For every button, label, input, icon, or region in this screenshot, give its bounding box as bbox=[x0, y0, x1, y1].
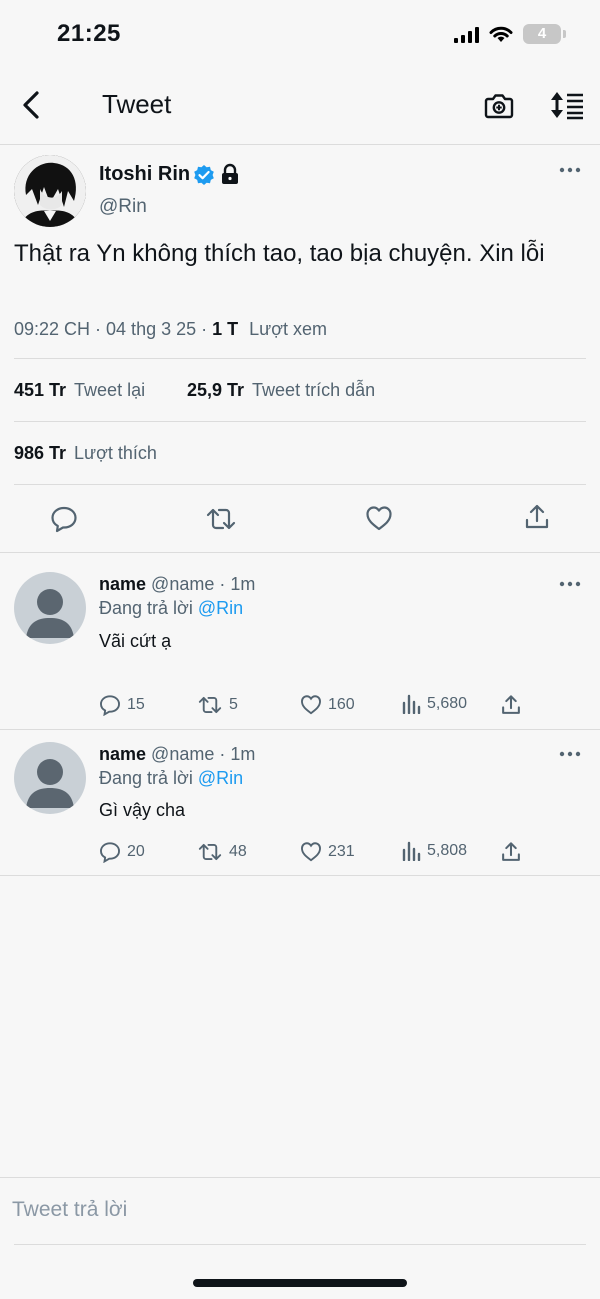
likes-stat[interactable]: 986 Tr Lượt thích bbox=[14, 443, 157, 464]
likes-count: 986 Tr bbox=[14, 443, 67, 463]
home-indicator bbox=[193, 1279, 407, 1287]
composer-top-divider bbox=[0, 1177, 600, 1178]
quotes-stat[interactable]: 25,9 Tr Tweet trích dẫn bbox=[187, 380, 375, 401]
lock-icon bbox=[220, 163, 240, 185]
sort-icon[interactable] bbox=[547, 90, 585, 120]
retweet-icon bbox=[198, 843, 222, 861]
more-icon[interactable] bbox=[559, 750, 581, 758]
reply-header: name @name · 1m bbox=[99, 744, 255, 765]
replying-to-link[interactable]: @Rin bbox=[198, 598, 243, 618]
reply-divider bbox=[0, 875, 600, 876]
quotes-label: Tweet trích dẫn bbox=[252, 380, 376, 400]
reply-handle: @name bbox=[151, 744, 215, 764]
tweet-text: Thật ra Yn không thích tao, tao bịa chuy… bbox=[14, 240, 545, 267]
reply-action[interactable]: 20 bbox=[99, 841, 145, 863]
meta-divider bbox=[14, 358, 586, 359]
reply-text: Vãi cứt ạ bbox=[99, 631, 172, 651]
reply-text: Gì vậy cha bbox=[99, 800, 186, 820]
battery-icon: 4 bbox=[523, 24, 566, 44]
reply-icon[interactable] bbox=[50, 505, 78, 533]
more-icon[interactable] bbox=[559, 166, 581, 174]
avatar[interactable] bbox=[14, 155, 86, 227]
share-icon[interactable] bbox=[523, 503, 551, 531]
composer-bottom-divider bbox=[14, 1244, 586, 1245]
share-icon[interactable] bbox=[500, 841, 522, 863]
likes-label: Lượt thích bbox=[74, 443, 157, 463]
quotes-count: 25,9 Tr bbox=[187, 380, 245, 400]
views-action[interactable]: 5,680 bbox=[401, 694, 467, 714]
views-icon bbox=[402, 841, 421, 861]
header-divider bbox=[0, 144, 600, 145]
like-icon bbox=[301, 842, 321, 862]
reply-divider bbox=[0, 729, 600, 730]
reply-action[interactable]: 15 bbox=[99, 694, 145, 716]
like-action[interactable]: 160 bbox=[300, 694, 355, 715]
views-label: Lượt xem bbox=[249, 319, 328, 339]
like-action[interactable]: 231 bbox=[300, 841, 355, 862]
like-count: 231 bbox=[328, 842, 355, 860]
wifi-icon bbox=[488, 24, 514, 44]
retweet-count: 48 bbox=[229, 843, 247, 860]
reply-name[interactable]: name bbox=[99, 574, 146, 594]
views-count: 1 T bbox=[212, 319, 239, 339]
signal-icon bbox=[454, 27, 480, 43]
tweet-divider bbox=[0, 552, 600, 553]
reply-count: 15 bbox=[127, 696, 145, 713]
reply-header: name @name · 1m bbox=[99, 574, 255, 595]
retweet-action[interactable]: 5 bbox=[197, 694, 238, 716]
reply-time: · 1m bbox=[219, 574, 256, 594]
reply-icon bbox=[100, 842, 120, 863]
tweet-meta: 09:22 CH · 04 thg 3 25 · 1 T Lượt xem bbox=[14, 319, 327, 340]
retweet-icon[interactable] bbox=[205, 505, 237, 533]
back-arrow-icon[interactable] bbox=[20, 90, 42, 120]
retweets-label: Tweet lại bbox=[74, 380, 146, 400]
replying-prefix: Đang trả lời bbox=[99, 598, 193, 618]
tweet-time: 09:22 CH · 04 thg 3 25 · bbox=[14, 319, 208, 339]
retweets-stat[interactable]: 451 Tr Tweet lại bbox=[14, 380, 145, 401]
more-icon[interactable] bbox=[559, 580, 581, 588]
handle: @Rin bbox=[99, 196, 147, 217]
like-icon[interactable] bbox=[365, 505, 393, 531]
camera-icon[interactable] bbox=[484, 91, 514, 119]
verified-icon bbox=[193, 164, 215, 186]
reply-count: 20 bbox=[127, 843, 145, 860]
retweet-icon bbox=[198, 696, 222, 714]
reply-icon bbox=[100, 695, 120, 716]
status-time: 21:25 bbox=[57, 20, 121, 47]
page-title: Tweet bbox=[102, 89, 172, 119]
replying-to: Đang trả lời @Rin bbox=[99, 768, 243, 789]
retweet-action[interactable]: 48 bbox=[197, 841, 247, 863]
reply-time: · 1m bbox=[219, 744, 256, 764]
views-count: 5,680 bbox=[427, 695, 468, 712]
reply-handle: @name bbox=[151, 574, 215, 594]
stats-divider bbox=[14, 421, 586, 422]
views-count: 5,808 bbox=[427, 842, 468, 859]
like-icon bbox=[301, 695, 321, 715]
reply-avatar[interactable] bbox=[14, 572, 86, 644]
reply-name[interactable]: name bbox=[99, 744, 146, 764]
replying-to-link[interactable]: @Rin bbox=[198, 768, 243, 788]
reply-avatar[interactable] bbox=[14, 742, 86, 814]
retweet-count: 5 bbox=[229, 696, 238, 713]
retweets-count: 451 Tr bbox=[14, 380, 67, 400]
reply-input[interactable]: Tweet trả lời bbox=[12, 1198, 127, 1222]
display-name[interactable]: Itoshi Rin bbox=[99, 163, 190, 186]
replying-to: Đang trả lời @Rin bbox=[99, 598, 243, 619]
views-action[interactable]: 5,808 bbox=[401, 841, 467, 861]
replying-prefix: Đang trả lời bbox=[99, 768, 193, 788]
share-icon[interactable] bbox=[500, 694, 522, 716]
likes-divider bbox=[14, 484, 586, 485]
like-count: 160 bbox=[328, 695, 355, 713]
views-icon bbox=[402, 694, 421, 714]
